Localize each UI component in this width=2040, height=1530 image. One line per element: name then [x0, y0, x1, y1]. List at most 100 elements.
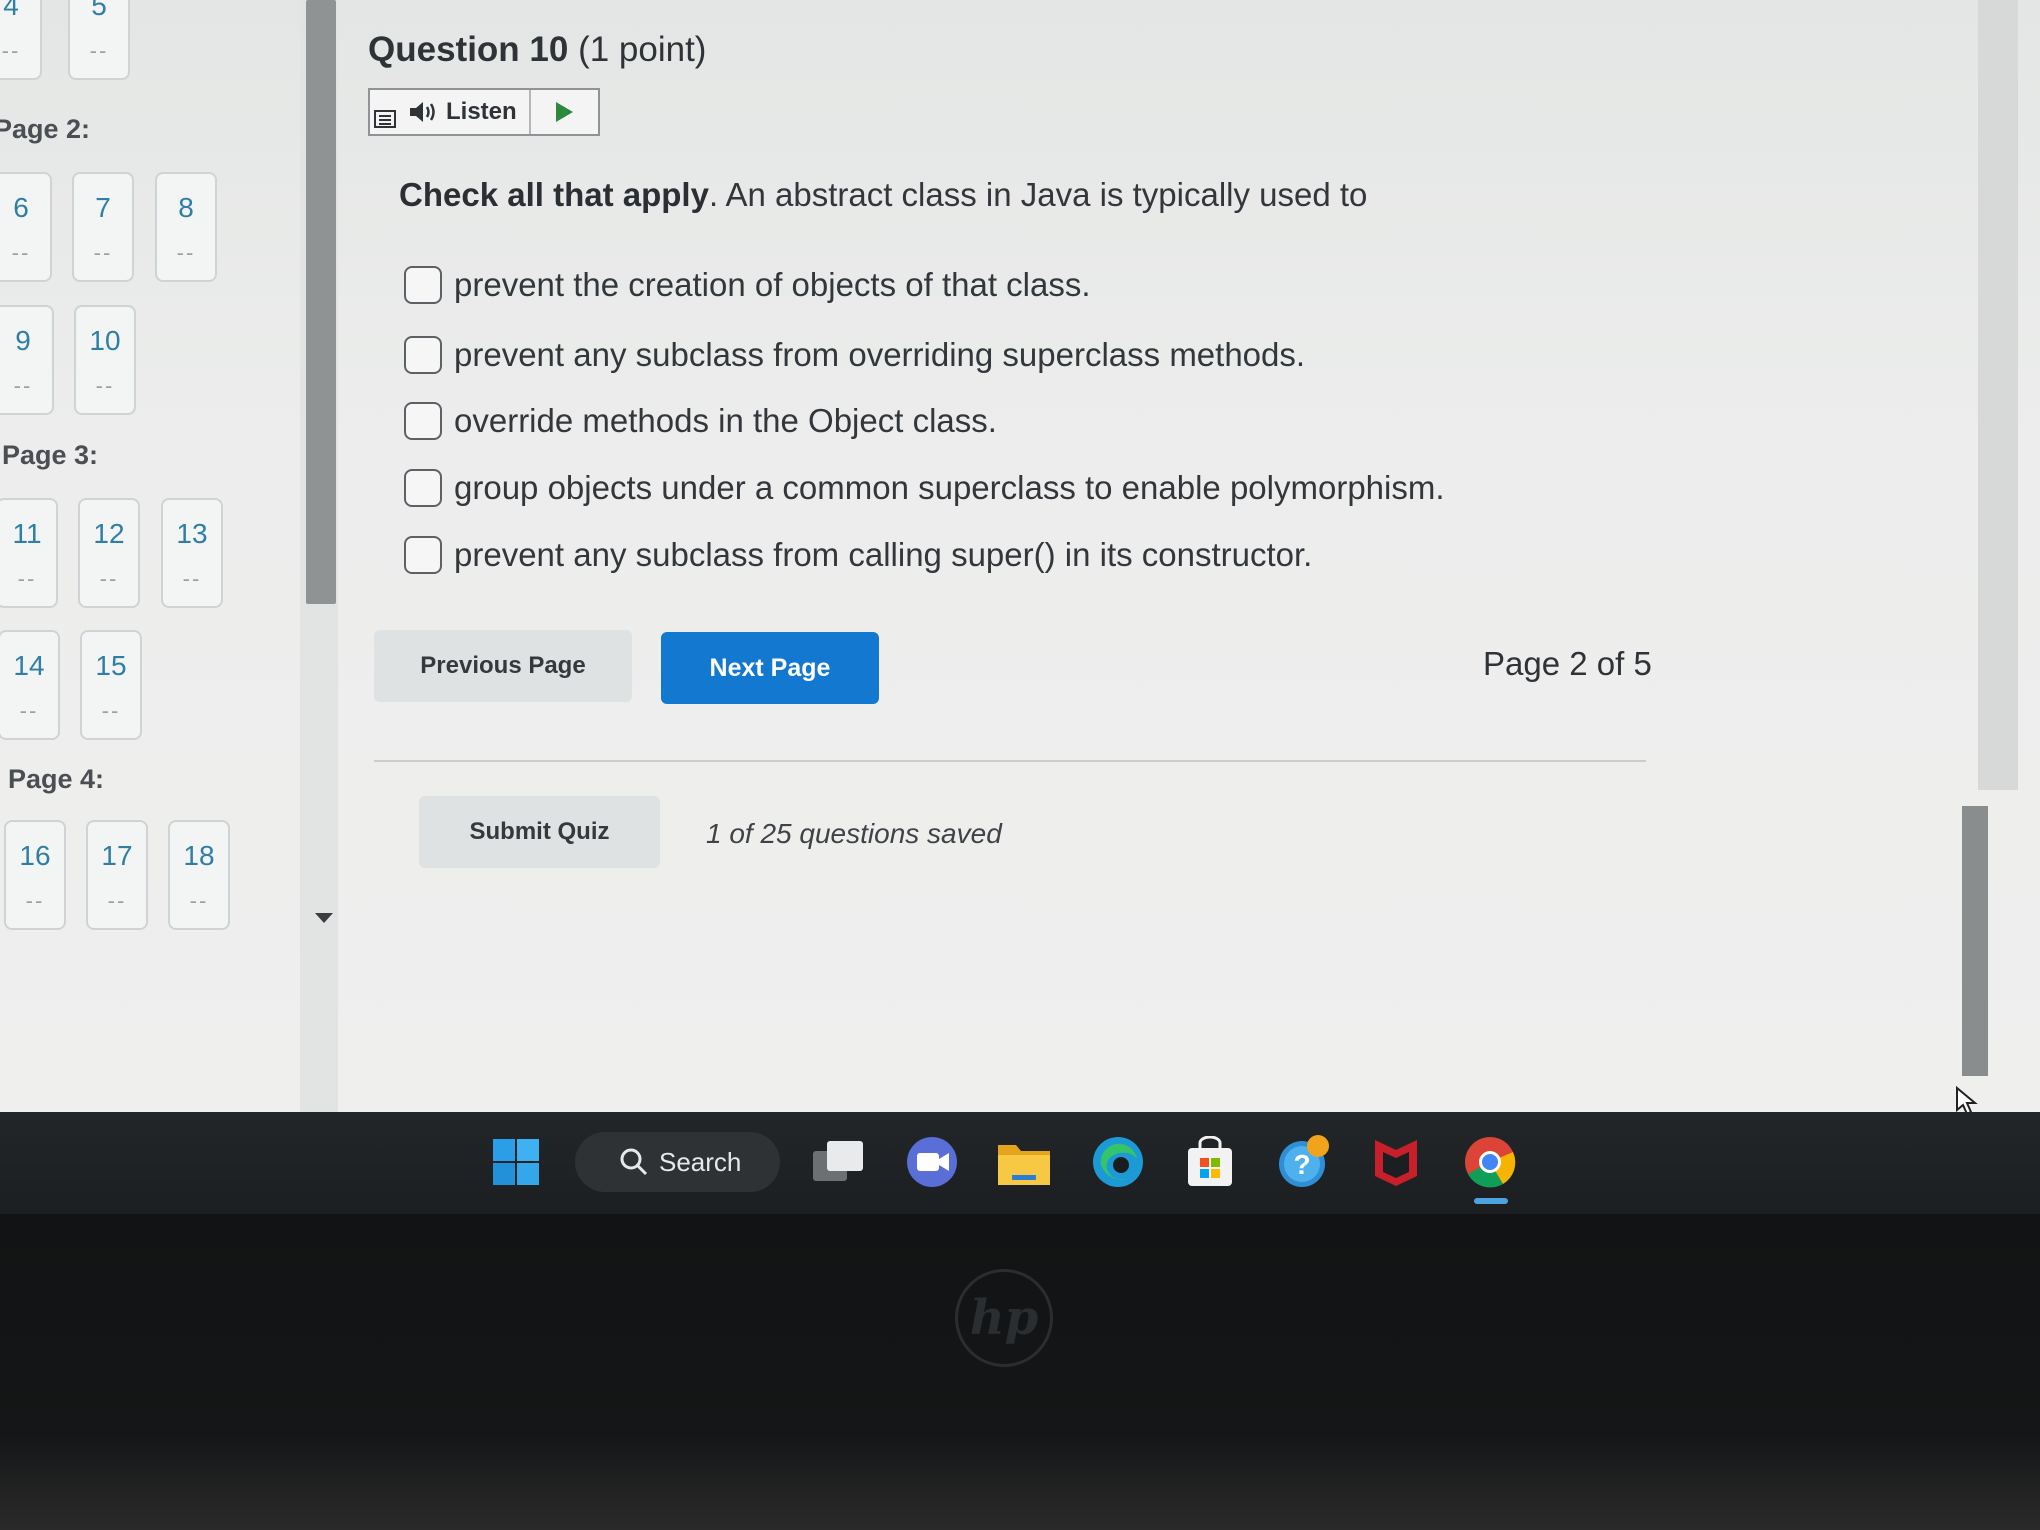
question-number: 14 [13, 650, 45, 681]
question-link-18[interactable]: 18 -- [168, 820, 230, 930]
question-number: 5 [91, 0, 107, 21]
question-status: -- [13, 373, 33, 398]
saved-status: 1 of 25 questions saved [706, 818, 1002, 849]
answer-checkbox[interactable] [404, 469, 442, 507]
svg-text:?: ? [1293, 1149, 1310, 1180]
answer-option-1[interactable]: prevent the creation of objects of that … [404, 266, 1091, 304]
navigator-scrollbar-thumb[interactable] [306, 0, 336, 604]
listen-button[interactable]: Listen [398, 90, 531, 134]
search-label: Search [659, 1146, 742, 1177]
answer-checkbox[interactable] [404, 402, 442, 440]
question-status: -- [176, 240, 196, 265]
answer-text: override methods in the Object class. [454, 402, 997, 439]
question-navigator: 4 -- 5 -- Page 2: 6 -- 7 -- 8 -- 9 -- 10… [0, 0, 300, 1112]
question-link-13[interactable]: 13 -- [161, 498, 223, 608]
question-link-15[interactable]: 15 -- [80, 630, 142, 740]
question-status: -- [95, 373, 115, 398]
text-to-speech-bar: Listen [368, 88, 600, 136]
question-status: -- [189, 888, 209, 913]
laptop-bezel: hp [0, 1214, 2040, 1530]
hp-logo: hp [955, 1269, 1053, 1367]
question-status: -- [11, 240, 31, 265]
answer-checkbox[interactable] [404, 536, 442, 574]
answer-text: prevent any subclass from overriding sup… [454, 336, 1306, 373]
question-link-6[interactable]: 6 -- [0, 172, 52, 282]
page-scrollbar-thumb[interactable] [1962, 806, 1988, 1076]
question-link-17[interactable]: 17 -- [86, 820, 148, 930]
taskbar-search-box[interactable]: Search [575, 1132, 780, 1192]
question-link-14[interactable]: 14 -- [0, 630, 60, 740]
question-number: 8 [178, 192, 194, 223]
question-number: 15 [95, 650, 127, 681]
previous-page-button[interactable]: Previous Page [374, 630, 632, 702]
question-status: -- [93, 240, 113, 265]
windows-start-icon[interactable] [488, 1134, 544, 1190]
mcafee-icon[interactable] [1368, 1134, 1424, 1190]
answer-text: prevent the creation of objects of that … [454, 266, 1091, 303]
question-status: -- [89, 38, 109, 63]
prompt-text: . An abstract class in Java is typically… [708, 176, 1368, 213]
question-title: Question 10 (1 point) [368, 30, 706, 70]
question-status: -- [17, 566, 37, 591]
question-link-16[interactable]: 16 -- [4, 820, 66, 930]
question-link-12[interactable]: 12 -- [78, 498, 140, 608]
question-number: 7 [95, 192, 111, 223]
question-number: 18 [183, 840, 215, 871]
search-icon [619, 1147, 649, 1177]
question-status: -- [182, 566, 202, 591]
question-number: 11 [12, 518, 42, 549]
play-icon [556, 102, 574, 122]
question-link-11[interactable]: 11 -- [0, 498, 58, 608]
file-explorer-icon[interactable] [996, 1134, 1052, 1190]
browser-viewport: 4 -- 5 -- Page 2: 6 -- 7 -- 8 -- 9 -- 10… [0, 0, 2040, 1112]
question-status: -- [99, 566, 119, 591]
page-scrollbar-track[interactable] [1978, 0, 2018, 790]
page-2-label: Page 2: [0, 114, 91, 144]
page-3-label: Page 3: [2, 440, 99, 470]
question-link-7[interactable]: 7 -- [72, 172, 134, 282]
edge-icon[interactable] [1090, 1134, 1146, 1190]
scroll-down-arrow-icon[interactable] [315, 913, 333, 923]
page-4-label: Page 4: [8, 764, 105, 794]
question-number: 12 [93, 518, 125, 549]
answer-option-4[interactable]: group objects under a common superclass … [404, 469, 1445, 507]
submit-quiz-button[interactable]: Submit Quiz [419, 796, 660, 868]
question-number: 17 [101, 840, 133, 871]
question-number: 16 [19, 840, 51, 871]
answer-text: prevent any subclass from calling super(… [454, 536, 1313, 573]
question-status: -- [107, 888, 127, 913]
answer-option-2[interactable]: prevent any subclass from overriding sup… [404, 336, 1305, 374]
question-link-10[interactable]: 10 -- [74, 305, 136, 415]
question-status: -- [25, 888, 45, 913]
help-icon[interactable]: ? [1276, 1134, 1332, 1190]
answer-option-3[interactable]: override methods in the Object class. [404, 402, 997, 440]
question-link-4[interactable]: 4 -- [0, 0, 42, 80]
question-prompt: Check all that apply. An abstract class … [399, 176, 1367, 214]
prompt-instruction: Check all that apply [399, 176, 709, 213]
question-link-9[interactable]: 9 -- [0, 305, 54, 415]
question-status: -- [101, 698, 121, 723]
question-link-8[interactable]: 8 -- [155, 172, 217, 282]
question-number: 4 [3, 0, 19, 21]
next-page-button[interactable]: Next Page [661, 632, 879, 704]
question-number-heading: Question 10 [368, 30, 569, 69]
play-button[interactable] [531, 90, 598, 134]
mouse-cursor-icon [1955, 1085, 1981, 1112]
speaker-icon [408, 100, 438, 124]
question-number: 10 [89, 325, 121, 356]
page-indicator: Page 2 of 5 [1483, 645, 1652, 682]
question-status: -- [1, 38, 21, 63]
answer-option-5[interactable]: prevent any subclass from calling super(… [404, 536, 1312, 574]
meet-icon[interactable] [904, 1134, 960, 1190]
answer-checkbox[interactable] [404, 336, 442, 374]
windows-taskbar: Search ? [0, 1112, 2040, 1214]
menu-icon[interactable] [372, 106, 398, 132]
question-link-5[interactable]: 5 -- [68, 0, 130, 80]
answer-checkbox[interactable] [404, 266, 442, 304]
task-view-icon[interactable] [810, 1134, 866, 1190]
microsoft-store-icon[interactable] [1182, 1134, 1238, 1190]
listen-label: Listen [446, 98, 517, 125]
question-number: 9 [15, 325, 31, 356]
chrome-icon[interactable] [1462, 1134, 1518, 1190]
question-status: -- [19, 698, 39, 723]
